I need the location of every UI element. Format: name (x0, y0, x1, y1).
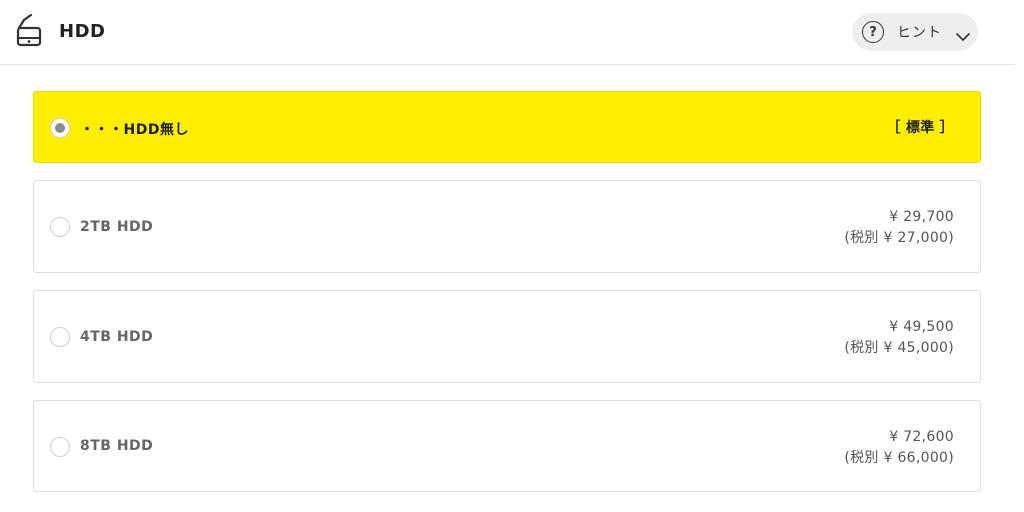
option-no-hdd[interactable]: ・・・HDD無し ［ 標準 ］ (33, 91, 981, 163)
hint-button[interactable]: ? ヒント (852, 13, 978, 51)
option-label: 4TB HDD (80, 329, 154, 345)
standard-badge: ［ 標準 ］ (886, 120, 954, 136)
price-block: ¥ 29,700 (税別 ¥ 27,000) (844, 207, 954, 249)
price-ex-tax: (税別 ¥ 27,000) (844, 230, 954, 246)
price: ¥ 49,500 (889, 319, 954, 335)
price-block: ¥ 49,500 (税別 ¥ 45,000) (844, 317, 954, 359)
radio-button[interactable] (50, 217, 70, 237)
option-2tb-hdd[interactable]: 2TB HDD ¥ 29,700 (税別 ¥ 27,000) (33, 180, 981, 273)
section-header: HDD ? ヒント (0, 0, 1015, 65)
price-block: ¥ 72,600 (税別 ¥ 66,000) (844, 427, 954, 469)
price-ex-tax: (税別 ¥ 45,000) (844, 340, 954, 356)
section-title: HDD (59, 21, 106, 42)
radio-button[interactable] (50, 327, 70, 347)
option-8tb-hdd[interactable]: 8TB HDD ¥ 72,600 (税別 ¥ 66,000) (33, 400, 981, 492)
price: ¥ 72,600 (889, 429, 954, 445)
option-label: 8TB HDD (80, 438, 154, 454)
hint-label: ヒント (897, 25, 942, 41)
price: ¥ 29,700 (889, 209, 954, 225)
radio-button[interactable] (50, 118, 70, 138)
radio-button[interactable] (50, 437, 70, 457)
chevron-down-icon (956, 27, 970, 41)
option-label: ・・・HDD無し (80, 122, 189, 138)
question-circle-icon: ? (862, 21, 884, 43)
price-ex-tax: (税別 ¥ 66,000) (844, 450, 954, 466)
option-4tb-hdd[interactable]: 4TB HDD ¥ 49,500 (税別 ¥ 45,000) (33, 290, 981, 383)
option-label: 2TB HDD (80, 219, 154, 235)
hdd-icon (15, 13, 43, 50)
